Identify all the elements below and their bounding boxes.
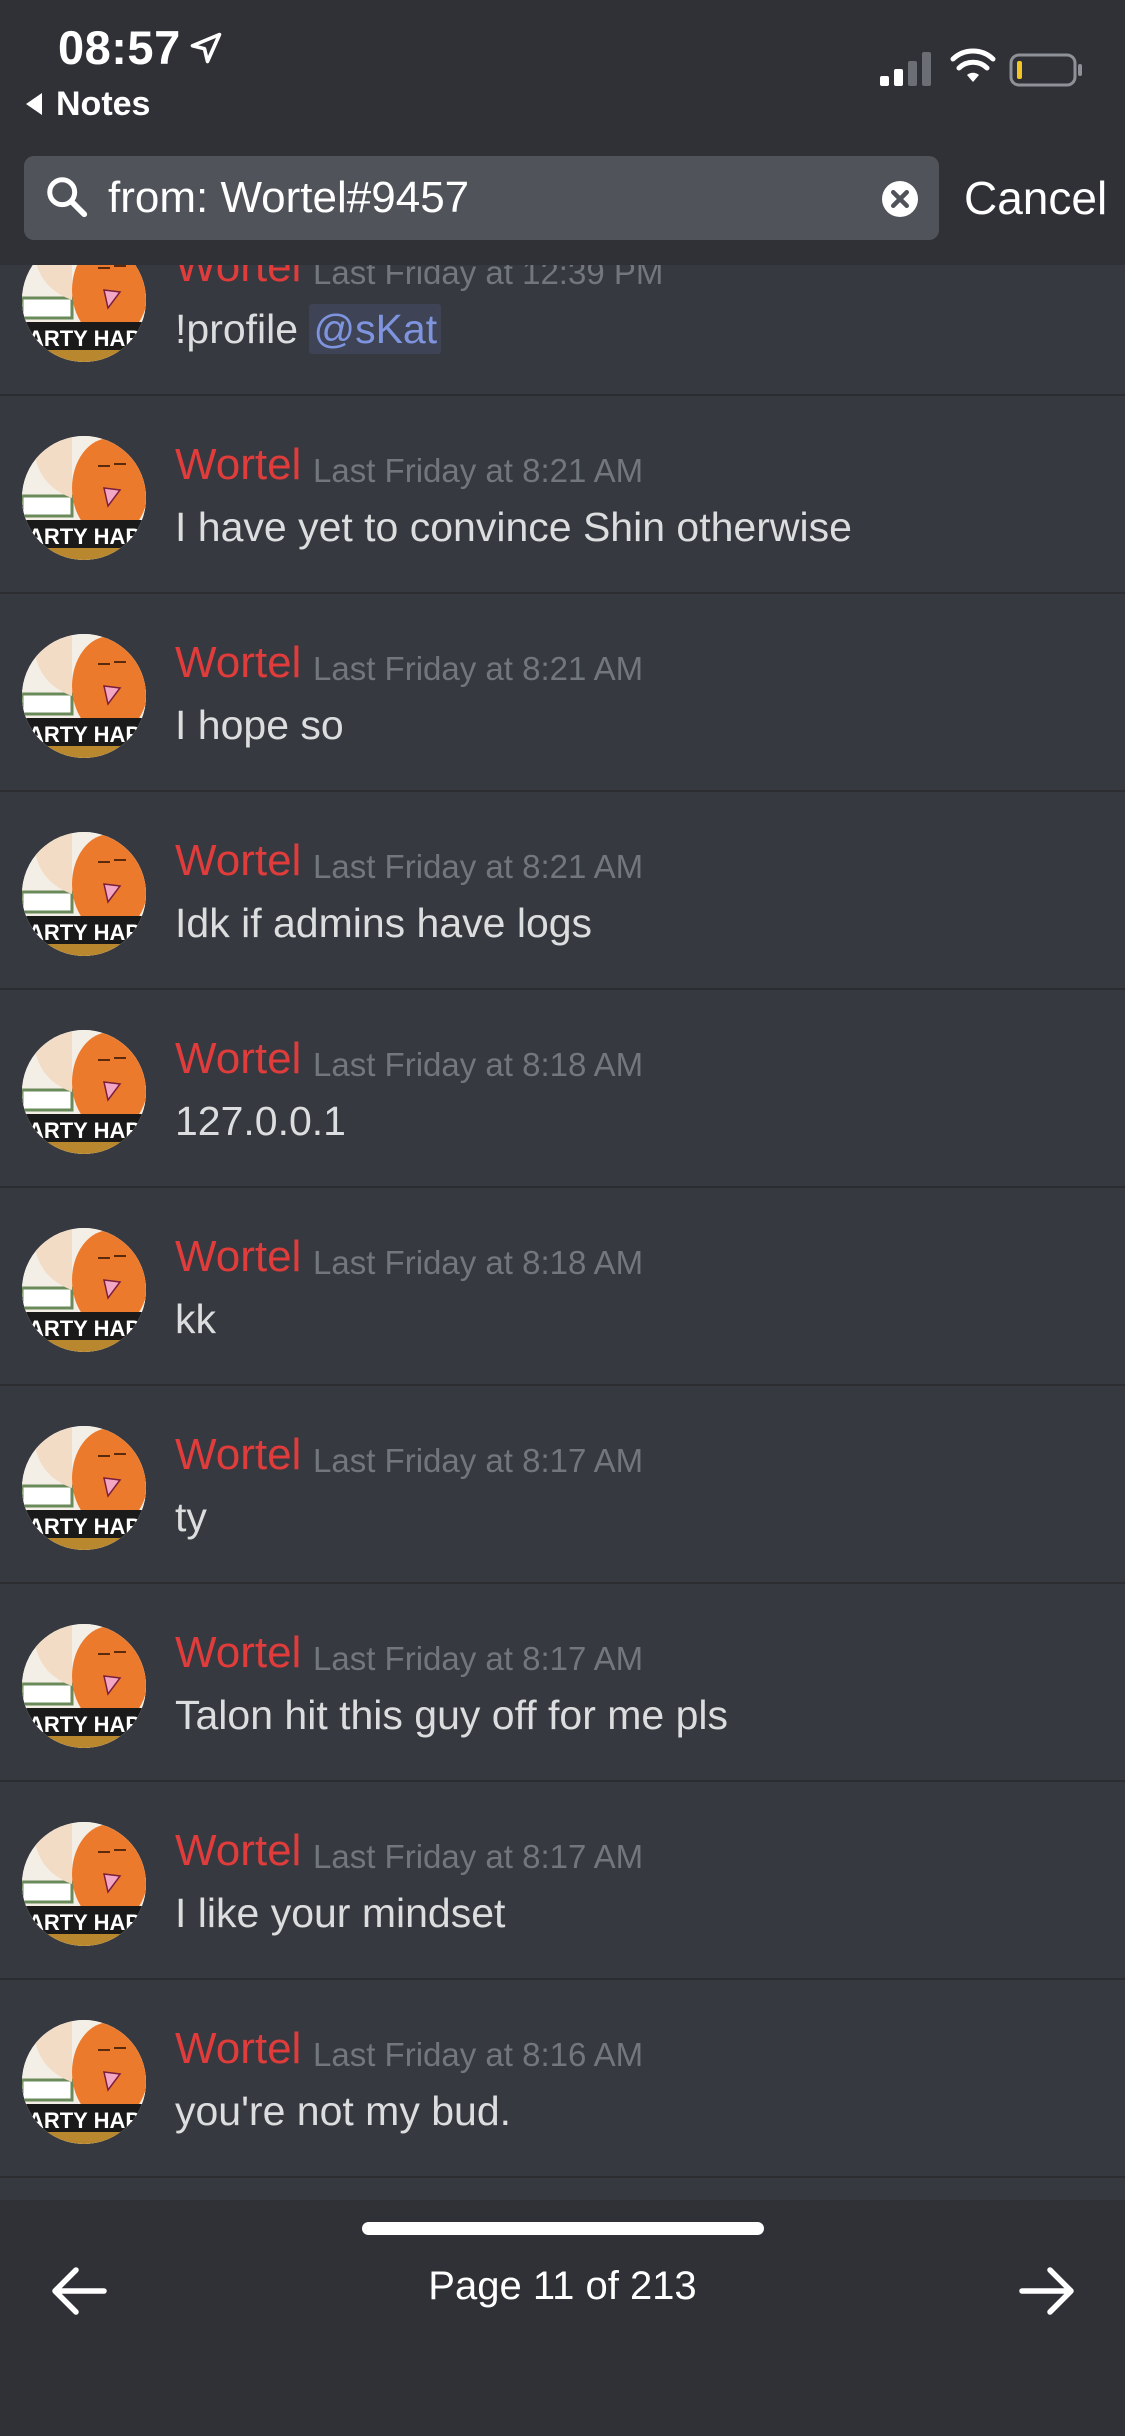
message-row[interactable]: ARTY HAP Wortel Last Friday at 8:17 AM ty [0, 1386, 1125, 1584]
message-content: kk [175, 1296, 216, 1343]
message-author[interactable]: Wortel [175, 836, 301, 886]
message-text: I like your mindset [175, 1890, 506, 1936]
cancel-button[interactable]: Cancel [964, 156, 1107, 240]
header: 08:57 Notes from: Wortel#9457 Cancel [0, 0, 1125, 265]
avatar[interactable]: ARTY HAP [22, 2020, 146, 2144]
message-timestamp: Last Friday at 8:17 AM [313, 1442, 644, 1479]
clear-search-icon[interactable] [882, 181, 918, 217]
message-content: I like your mindset [175, 1890, 505, 1937]
message-timestamp: Last Friday at 8:16 AM [313, 2036, 644, 2073]
message-author[interactable]: Wortel [175, 1232, 301, 1282]
message-author[interactable]: Wortel [175, 1628, 301, 1678]
search-query-text: from: Wortel#9457 [108, 173, 470, 222]
message-row[interactable]: ARTY HAP Wortel Last Friday at 12:39 PM !pr… [0, 265, 1125, 396]
message-content: 127.0.0.1 [175, 1098, 346, 1145]
avatar[interactable]: ARTY HAP [22, 1822, 146, 1946]
message-author[interactable]: Wortel [175, 265, 301, 292]
message-content: I hope so [175, 702, 344, 749]
message-author[interactable]: Wortel [175, 2024, 301, 2074]
pagination-bar: Page 11 of 213 [0, 2200, 1125, 2436]
message-row[interactable]: ARTY HAP Wortel Last Friday at 8:21 AM I ho… [0, 594, 1125, 792]
message-row[interactable]: ARTY HAP Wortel Last Friday at 8:18 AM kk [0, 1188, 1125, 1386]
avatar[interactable]: ARTY HAP [22, 265, 146, 362]
search-icon [47, 177, 88, 218]
message-content: Talon hit this guy off for me pls [175, 1692, 728, 1739]
back-to-notes-link[interactable]: Notes [26, 82, 150, 126]
message-content: I have yet to convince Shin otherwise [175, 504, 852, 551]
user-mention[interactable]: @sKat [309, 304, 442, 354]
location-arrow-icon [190, 32, 222, 64]
message-text: ty [175, 1494, 207, 1540]
avatar-caption: ARTY HAP [28, 920, 140, 945]
avatar-caption: ARTY HAP [28, 1712, 140, 1737]
avatar[interactable]: ARTY HAP [22, 832, 146, 956]
message-content: Idk if admins have logs [175, 900, 592, 947]
avatar-caption: ARTY HAP [28, 1118, 140, 1143]
message-text: I have yet to convince Shin otherwise [175, 504, 852, 550]
message-text: !profile [175, 306, 310, 352]
message-text: 127.0.0.1 [175, 1098, 346, 1144]
message-timestamp: Last Friday at 8:18 AM [313, 1046, 644, 1083]
message-timestamp: Last Friday at 8:17 AM [313, 1640, 644, 1677]
message-row[interactable]: ARTY HAP Wortel Last Friday at 8:16 AM you'… [0, 1980, 1125, 2178]
status-time: 08:57 [58, 21, 181, 74]
message-row[interactable]: ARTY HAP Wortel Last Friday at 8:17 AM I li… [0, 1782, 1125, 1980]
message-author[interactable]: Wortel [175, 1430, 301, 1480]
message-author[interactable]: Wortel [175, 1826, 301, 1876]
message-timestamp: Last Friday at 8:21 AM [313, 650, 644, 687]
message-row[interactable]: ARTY HAP Wortel Last Friday at 8:21 AM I ha… [0, 396, 1125, 594]
message-content: you're not my bud. [175, 2088, 511, 2135]
message-text: you're not my bud. [175, 2088, 512, 2134]
message-timestamp: Last Friday at 8:21 AM [313, 452, 644, 489]
next-page-arrow-icon[interactable] [1018, 2265, 1076, 2317]
avatar[interactable]: ARTY HAP [22, 1228, 146, 1352]
message-row[interactable]: ARTY HAP Wortel Last Friday at 8:18 AM 127.… [0, 990, 1125, 1188]
message-author[interactable]: Wortel [175, 440, 301, 490]
message-author[interactable]: Wortel [175, 1034, 301, 1084]
message-author[interactable]: Wortel [175, 638, 301, 688]
back-triangle-icon [26, 93, 42, 115]
search-results-screen: 08:57 Notes from: Wortel#9457 Cancel ART… [0, 0, 1125, 2436]
message-text: Idk if admins have logs [175, 900, 593, 946]
home-indicator[interactable] [362, 2222, 764, 2235]
avatar-caption: ARTY HAP [28, 1910, 140, 1935]
avatar[interactable]: ARTY HAP [22, 1426, 146, 1550]
message-timestamp: Last Friday at 8:18 AM [313, 1244, 644, 1281]
message-text: Talon hit this guy off for me pls [175, 1692, 729, 1738]
message-content: ty [175, 1494, 207, 1541]
avatar-caption: ARTY HAP [28, 326, 140, 351]
message-row[interactable]: ARTY HAP Wortel Last Friday at 8:21 AM Idk … [0, 792, 1125, 990]
wifi-icon [950, 48, 996, 82]
search-input[interactable]: from: Wortel#9457 [24, 156, 939, 240]
message-text: I hope so [175, 702, 344, 748]
avatar-caption: ARTY HAP [28, 1316, 140, 1341]
message-row[interactable]: ARTY HAP Wortel Last Friday at 8:17 AM Talo… [0, 1584, 1125, 1782]
avatar-caption: ARTY HAP [28, 2108, 140, 2133]
avatar[interactable]: ARTY HAP [22, 1624, 146, 1748]
cellular-signal-icon [880, 52, 931, 86]
page-indicator: Page 11 of 213 [428, 2264, 697, 2308]
avatar[interactable]: ARTY HAP [22, 1030, 146, 1154]
message-timestamp: Last Friday at 8:21 AM [313, 848, 644, 885]
avatar-caption: ARTY HAP [28, 1514, 140, 1539]
avatar[interactable]: ARTY HAP [22, 436, 146, 560]
avatar-caption: ARTY HAP [28, 524, 140, 549]
avatar[interactable]: ARTY HAP [22, 634, 146, 758]
back-link-label: Notes [56, 84, 151, 123]
battery-icon [1009, 53, 1082, 87]
message-timestamp: Last Friday at 8:17 AM [313, 1838, 644, 1875]
search-results-list: ARTY HAP Wortel Last Friday at 12:39 PM !pr… [0, 265, 1125, 2200]
message-text: kk [175, 1296, 216, 1342]
message-timestamp: Last Friday at 12:39 PM [313, 265, 664, 291]
avatar-caption: ARTY HAP [28, 722, 140, 747]
search-row: from: Wortel#9457 Cancel [24, 156, 1107, 240]
message-content: !profile @sKat [175, 304, 442, 354]
